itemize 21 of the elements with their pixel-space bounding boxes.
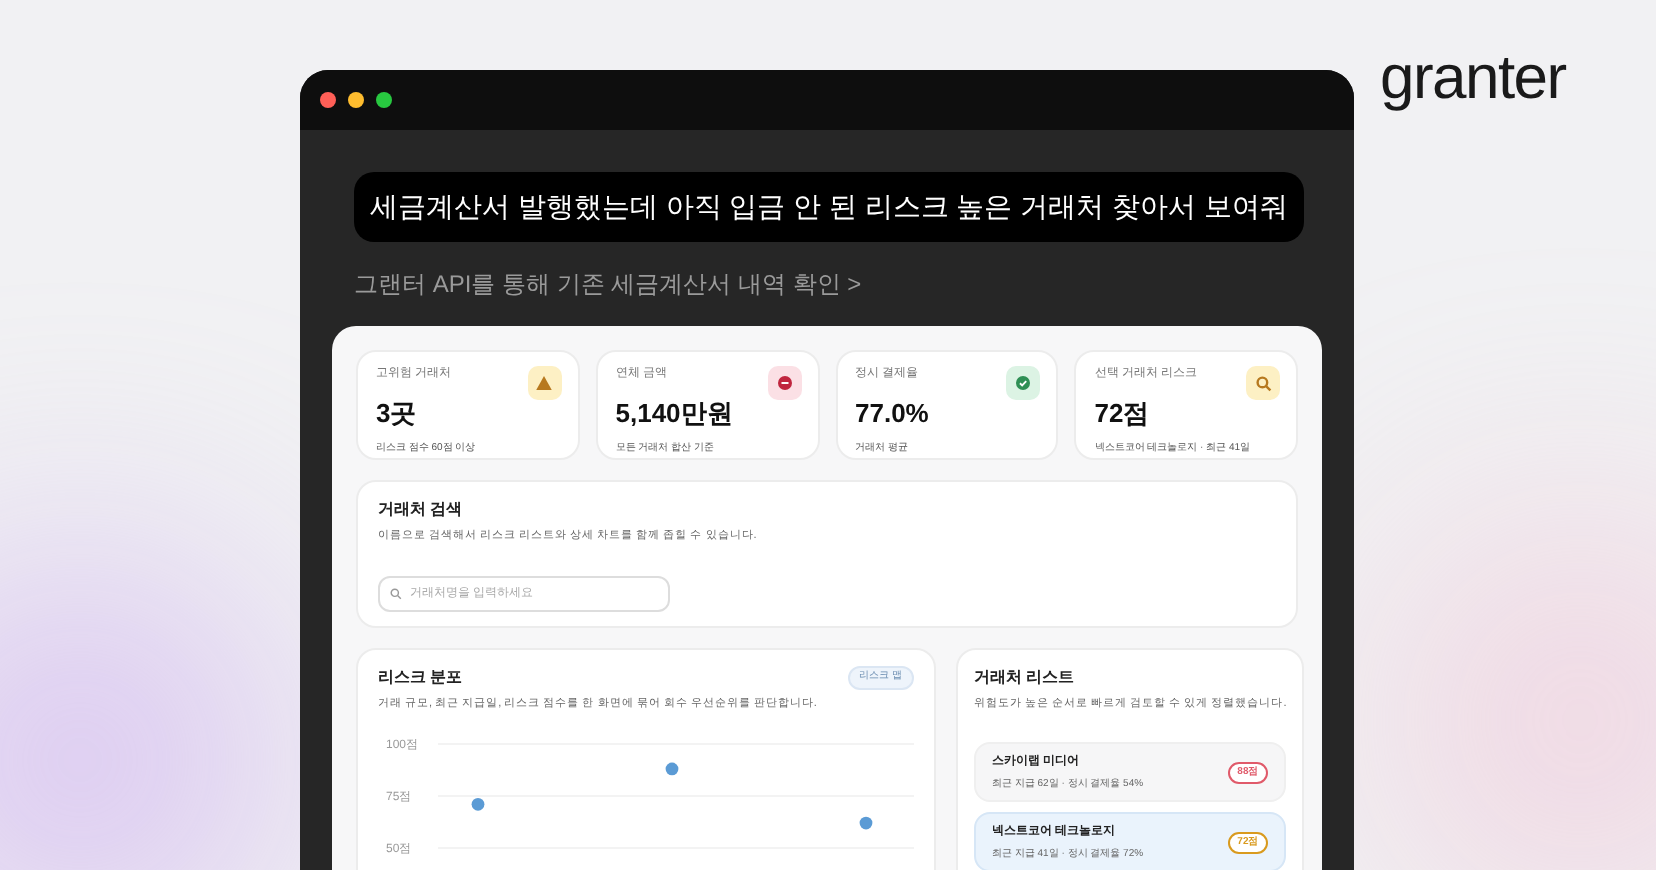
api-link[interactable]: 그랜터 API를 통해 기존 세금계산서 내역 확인 > (354, 266, 1300, 302)
section-title: 거래처 검색 (378, 498, 465, 522)
stat-value: 72점 (1094, 396, 1152, 432)
prompt-bubble: 세금계산서 발행했는데 아직 입금 안 된 리스크 높은 거래처 찾아서 보여줘 (354, 172, 1304, 242)
data-point (471, 798, 485, 812)
section-title: 거래처 리스트 (974, 666, 1077, 690)
magnifier-icon (1255, 375, 1271, 391)
window-zoom-button[interactable] (376, 92, 392, 108)
stat-value: 77.0% (855, 396, 931, 432)
warning-icon (536, 376, 553, 390)
alert-circle-icon (777, 376, 791, 390)
data-point (859, 817, 873, 830)
window-close-button[interactable] (320, 92, 336, 108)
granter-logo: granter (1380, 40, 1566, 116)
window-minimize-button[interactable] (348, 92, 364, 108)
check-circle-icon (1016, 376, 1031, 390)
data-point (665, 763, 679, 776)
section-title: 리스크 분포 (378, 666, 463, 690)
stat-value: 5,140만원 (615, 396, 735, 432)
search-icon (390, 588, 402, 601)
stat-value: 3곳 (376, 396, 419, 432)
